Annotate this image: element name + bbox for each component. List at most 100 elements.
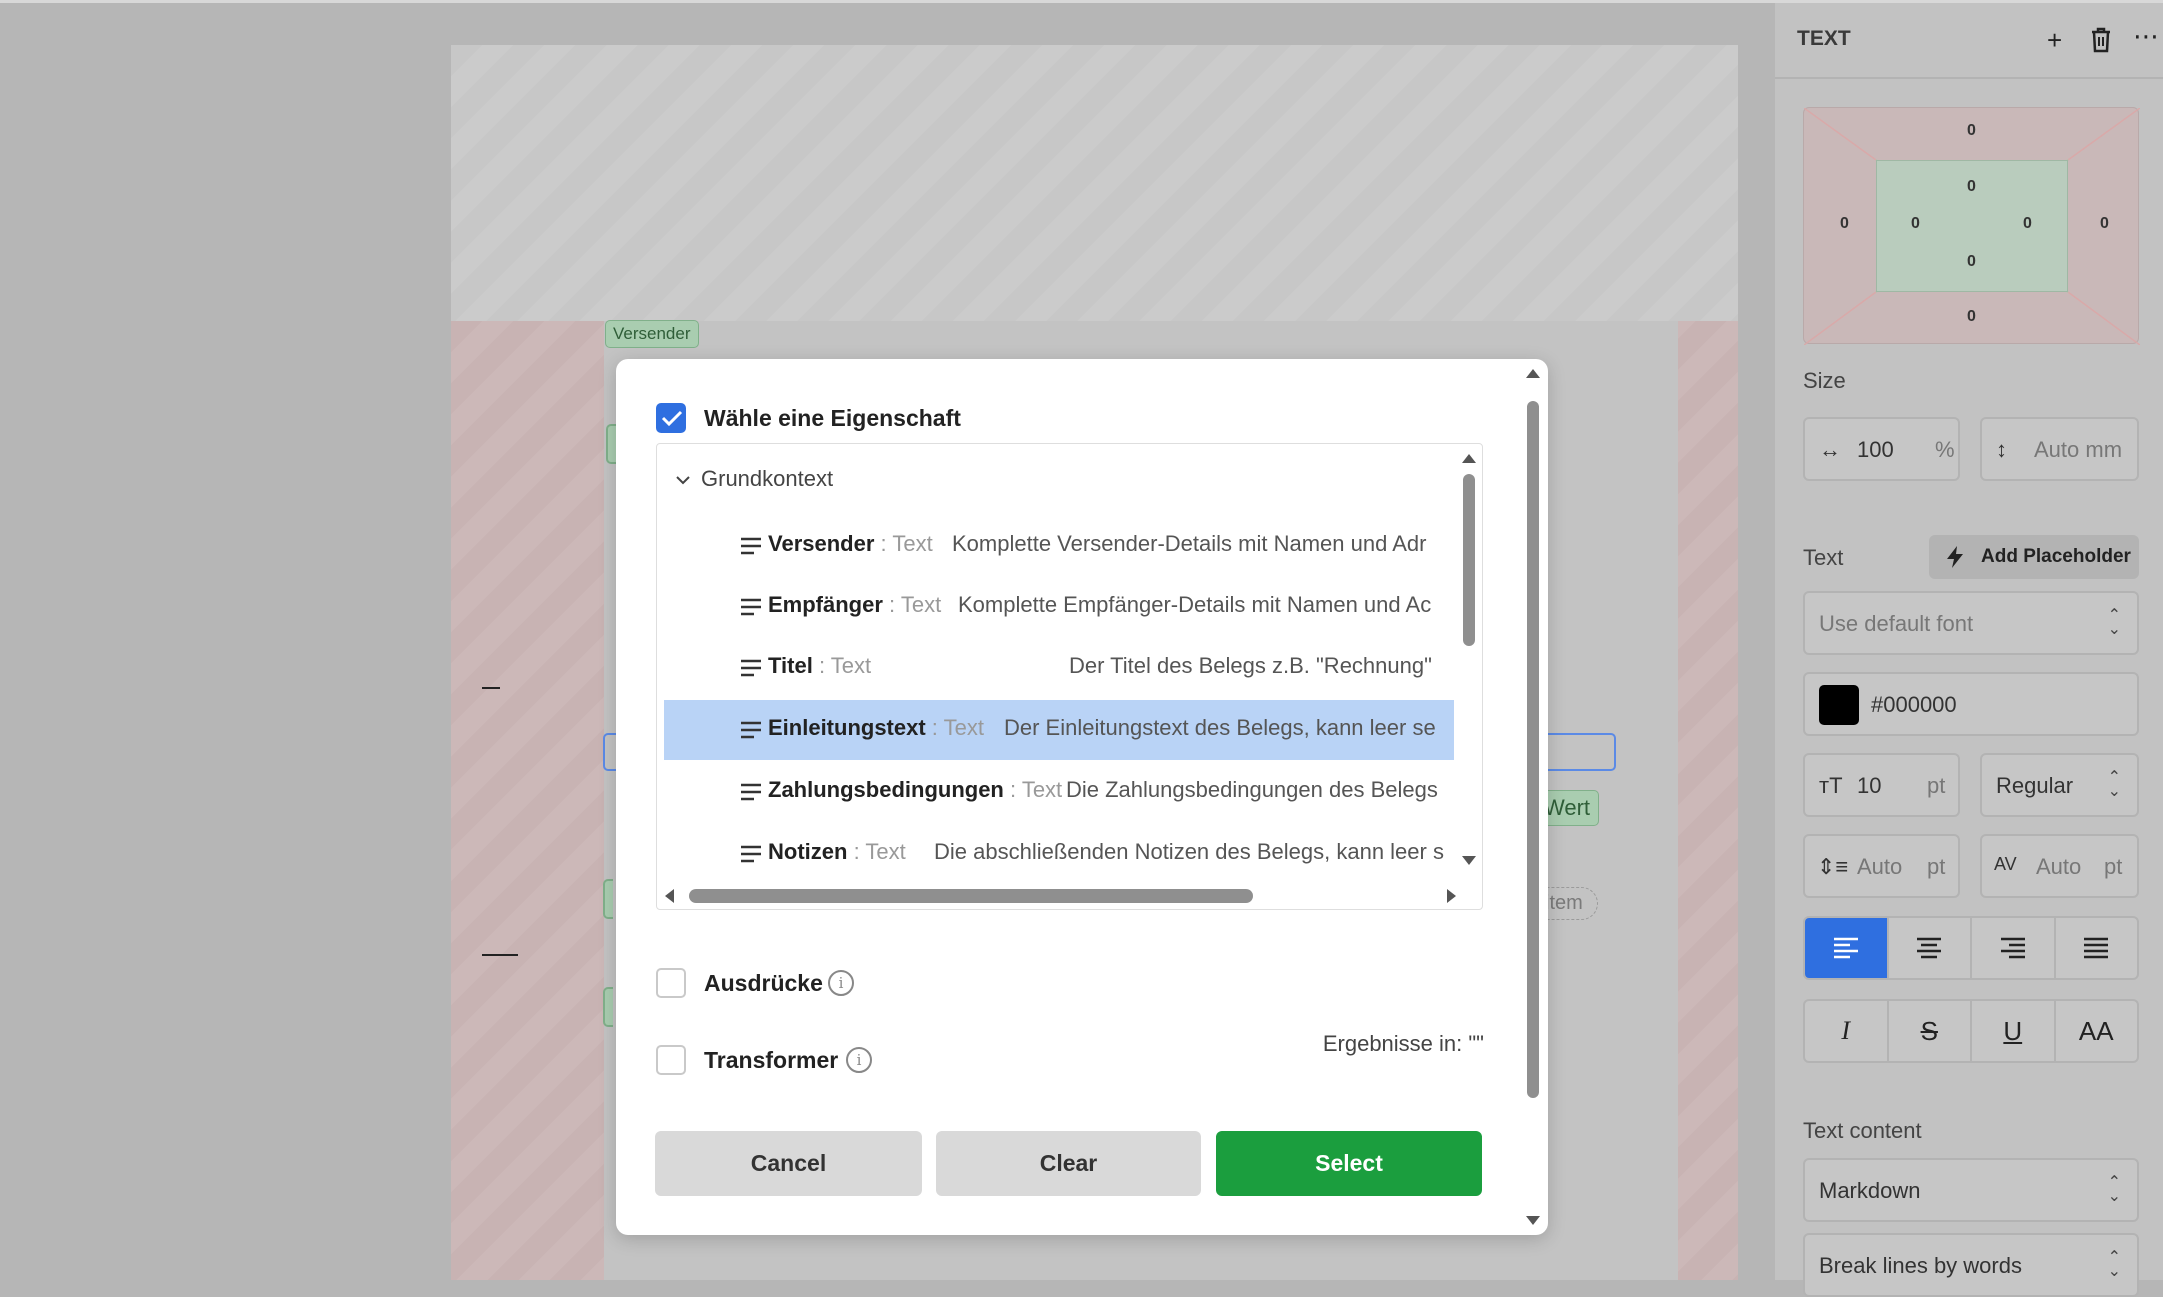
text-lines-icon	[741, 721, 761, 739]
text-lines-icon	[741, 783, 761, 801]
select-arrows-icon: ⌃ ⌄	[2107, 607, 2121, 638]
underline-button[interactable]: U	[1972, 1001, 2056, 1061]
padding-top-value[interactable]: 0	[1967, 178, 1976, 196]
panel-title: TEXT	[1797, 27, 1851, 50]
line-height-input[interactable]: ⇕≡ Auto pt	[1803, 834, 1960, 898]
uppercase-button[interactable]: AA	[2056, 1001, 2138, 1061]
add-icon[interactable]: +	[2047, 25, 2062, 56]
tree-vertical-scroll-thumb[interactable]	[1463, 474, 1475, 646]
divider-mark	[482, 687, 500, 689]
row-description: Der Titel des Belegs z.B. "Rechnung"	[1069, 653, 1432, 678]
font-weight-select[interactable]: Regular ⌃ ⌄	[1980, 753, 2139, 817]
choose-property-checkbox[interactable]	[656, 403, 686, 433]
check-icon	[661, 410, 683, 427]
uppercase-icon: AA	[2078, 1015, 2114, 1046]
dialog-vertical-scrollbar[interactable]	[1526, 369, 1540, 1225]
tree-group-grundkontext[interactable]: Grundkontext	[675, 466, 833, 492]
transformer-info-icon[interactable]: i	[846, 1047, 872, 1073]
vertical-resize-icon: ↕	[1996, 437, 2007, 462]
underline-icon: U	[2003, 1015, 2023, 1046]
scroll-down-arrow-icon[interactable]	[1526, 1216, 1540, 1225]
property-tree[interactable]: Grundkontext Versender : Text Komplette …	[656, 443, 1483, 910]
select-arrows-icon: ⌃ ⌄	[2107, 1174, 2121, 1205]
align-right-button[interactable]	[1972, 918, 2056, 978]
versender-tag[interactable]: Versender	[605, 320, 699, 348]
scroll-left-arrow-icon[interactable]	[665, 889, 674, 903]
scroll-down-arrow-icon[interactable]	[1462, 856, 1476, 865]
text-align-group	[1803, 916, 2139, 980]
tree-vertical-scrollbar[interactable]	[1462, 450, 1476, 865]
italic-button[interactable]: I	[1805, 1001, 1889, 1061]
font-family-select[interactable]: Use default font ⌃ ⌄	[1803, 591, 2139, 655]
property-picker-dialog: Wähle eine Eigenschaft Grundkontext Vers…	[616, 359, 1548, 1235]
align-left-button[interactable]	[1805, 918, 1889, 978]
clear-button[interactable]: Clear	[936, 1131, 1201, 1196]
align-justify-icon	[2084, 937, 2109, 959]
row-description: Der Einleitungstext des Belegs, kann lee…	[1004, 715, 1436, 740]
horizontal-resize-icon: ↔	[1819, 437, 1841, 462]
lightning-icon	[1947, 546, 1963, 568]
padding-right-value[interactable]: 0	[2023, 215, 2032, 233]
margin-bottom-value[interactable]: 0	[1967, 308, 1976, 326]
select-arrows-icon: ⌃ ⌄	[2107, 1249, 2121, 1280]
height-input[interactable]: ↕ Auto mm	[1980, 417, 2139, 481]
select-button[interactable]: Select	[1216, 1131, 1482, 1196]
row-name: Titel : Text	[768, 653, 872, 678]
tree-horizontal-scroll-thumb[interactable]	[689, 889, 1253, 903]
element-marker[interactable]	[603, 987, 613, 1027]
row-name: Empfänger : Text	[768, 592, 942, 617]
align-right-icon	[2000, 937, 2025, 959]
text-lines-icon	[741, 537, 761, 555]
tree-row-notizen[interactable]: Notizen : Text Die abschließenden Notize…	[664, 824, 1454, 884]
expressions-info-icon[interactable]: i	[828, 970, 854, 996]
margin-top-value[interactable]: 0	[1967, 122, 1976, 140]
tree-horizontal-scrollbar[interactable]	[665, 883, 1456, 905]
dialog-scroll-thumb[interactable]	[1527, 401, 1539, 1098]
cancel-button[interactable]: Cancel	[655, 1131, 922, 1196]
line-height-icon: ⇕≡	[1817, 854, 1849, 879]
results-target-label: Ergebnisse in: ""	[1322, 1031, 1484, 1056]
text-style-group: I S U AA	[1803, 999, 2139, 1063]
element-marker[interactable]	[606, 424, 616, 464]
tree-row-zahlungsbedingungen[interactable]: Zahlungsbedingungen : Text Die Zahlungsb…	[664, 762, 1454, 822]
spacing-box-model[interactable]: 0 0 0 0 0 0 0 0	[1803, 107, 2140, 345]
more-options-icon[interactable]: ⋯	[2133, 21, 2159, 52]
strikethrough-button[interactable]: S	[1889, 1001, 1972, 1061]
row-name: Einleitungstext : Text	[768, 715, 984, 740]
transformer-checkbox[interactable]	[656, 1045, 686, 1075]
trash-icon[interactable]	[2090, 27, 2112, 53]
text-lines-icon	[741, 598, 761, 616]
scroll-up-arrow-icon[interactable]	[1526, 369, 1540, 378]
expressions-checkbox[interactable]	[656, 968, 686, 998]
tree-row-einleitungstext[interactable]: Einleitungstext : Text Der Einleitungste…	[664, 700, 1454, 760]
row-description: Die abschließenden Notizen des Belegs, k…	[934, 839, 1444, 864]
color-input[interactable]: #000000	[1803, 672, 2139, 736]
text-content-select[interactable]: Markdown ⌃ ⌄	[1803, 1158, 2139, 1222]
letter-spacing-input[interactable]: AV Auto pt	[1980, 834, 2139, 898]
expressions-label: Ausdrücke	[704, 970, 823, 996]
page-header-region[interactable]	[451, 45, 1738, 321]
chevron-down-icon[interactable]	[675, 474, 691, 486]
color-swatch[interactable]	[1819, 685, 1859, 725]
font-size-input[interactable]: ᴛT 10 pt	[1803, 753, 1960, 817]
element-marker[interactable]	[603, 879, 613, 919]
width-input[interactable]: ↔ 100 %	[1803, 417, 1960, 481]
row-description: Die Zahlungsbedingungen des Belegs	[1066, 777, 1438, 802]
line-break-select[interactable]: Break lines by words ⌃ ⌄	[1803, 1233, 2139, 1297]
margin-left-value[interactable]: 0	[1840, 215, 1849, 233]
scroll-right-arrow-icon[interactable]	[1447, 889, 1456, 903]
tree-row-empfaenger[interactable]: Empfänger : Text Komplette Empfänger-Det…	[664, 577, 1454, 637]
padding-bottom-value[interactable]: 0	[1967, 253, 1976, 271]
align-justify-button[interactable]	[2056, 918, 2138, 978]
row-description: Komplette Versender-Details mit Namen un…	[952, 531, 1427, 556]
divider-mark	[482, 954, 518, 956]
text-content-section-label: Text content	[1803, 1118, 1922, 1143]
padding-left-value[interactable]: 0	[1911, 215, 1920, 233]
tree-row-titel[interactable]: Titel : Text Der Titel des Belegs z.B. "…	[664, 638, 1454, 698]
tree-group-label: Grundkontext	[701, 466, 834, 491]
scroll-up-arrow-icon[interactable]	[1462, 454, 1476, 463]
margin-right-value[interactable]: 0	[2100, 215, 2109, 233]
add-placeholder-button[interactable]: Add Placeholder	[1929, 535, 2139, 579]
align-center-button[interactable]	[1889, 918, 1972, 978]
tree-row-versender[interactable]: Versender : Text Komplette Versender-Det…	[664, 516, 1454, 576]
